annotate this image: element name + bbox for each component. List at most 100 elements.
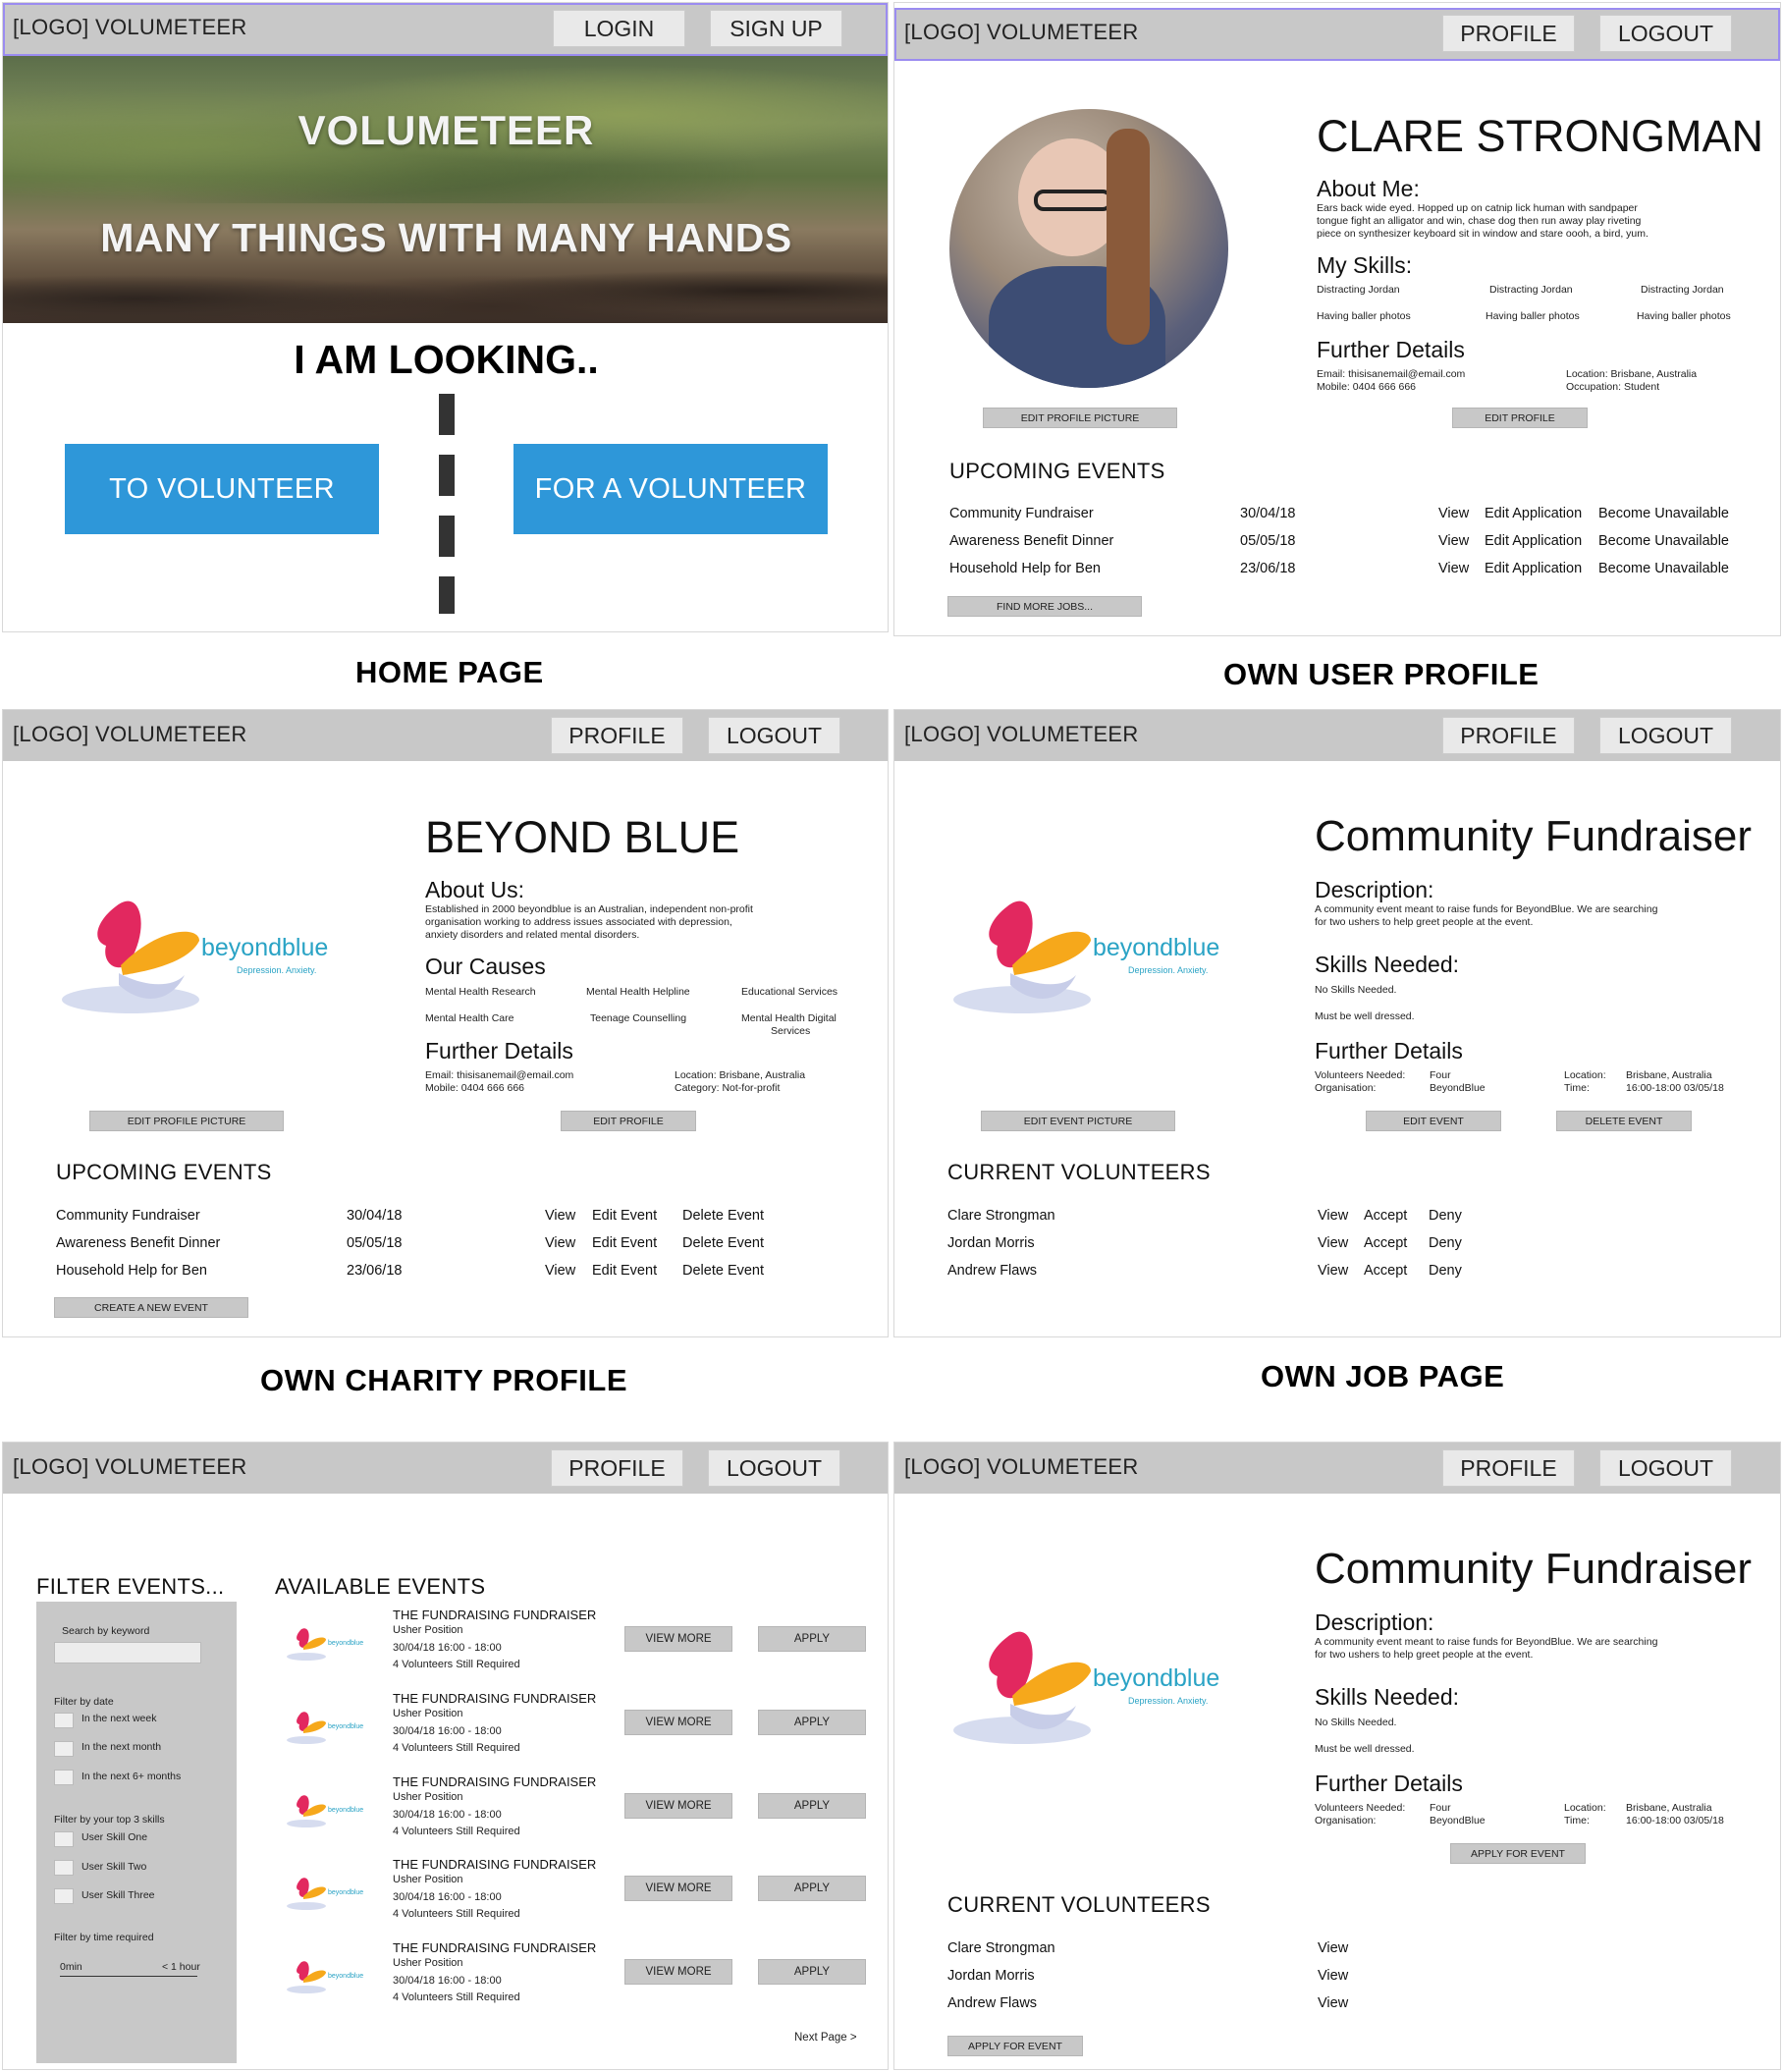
profile-button[interactable]: PROFILE [1442,1449,1575,1487]
date-filter-label: Filter by date [54,1696,114,1708]
accept-link[interactable]: Accept [1364,1208,1407,1224]
view-link[interactable]: View [545,1263,575,1279]
view-link[interactable]: View [545,1208,575,1224]
view-link[interactable]: View [1318,1235,1348,1251]
desc-line-2: for two ushers to help greet people at t… [1315,916,1534,928]
event-position: Usher Position [393,1791,463,1803]
apply-button[interactable]: APPLY [758,1710,866,1735]
volunteer-name: Andrew Flaws [947,1263,1038,1279]
deny-link[interactable]: Deny [1429,1235,1462,1251]
skill-text: No Skills Needed. [1315,1717,1397,1728]
edit-profile-picture-button[interactable]: EDIT PROFILE PICTURE [89,1111,284,1131]
login-button[interactable]: LOGIN [553,10,685,47]
become-unavailable-link[interactable]: Become Unavailable [1598,561,1729,576]
delete-event-link[interactable]: Delete Event [682,1235,764,1251]
event-need: 4 Volunteers Still Required [393,1659,520,1670]
brand-logo[interactable]: [LOGO] VOLUMETEER [13,1454,247,1480]
edit-event-picture-button[interactable]: EDIT EVENT PICTURE [981,1111,1175,1131]
date-checkbox[interactable] [54,1713,74,1728]
skill-checkbox[interactable] [54,1831,74,1847]
view-link[interactable]: View [1438,561,1469,576]
find-more-jobs-button[interactable]: FIND MORE JOBS... [947,596,1142,617]
apply-button[interactable]: APPLY [758,1626,866,1652]
date-checkbox[interactable] [54,1741,74,1757]
further-details-heading: Further Details [425,1038,573,1063]
view-link[interactable]: View [1318,1263,1348,1279]
accept-link[interactable]: Accept [1364,1235,1407,1251]
volunteer-name: Jordan Morris [947,1968,1035,1984]
apply-for-event-button[interactable]: APPLY FOR EVENT [1450,1843,1586,1864]
keyword-input[interactable] [54,1642,201,1663]
for-volunteer-button[interactable]: FOR A VOLUNTEER [513,444,828,534]
view-link[interactable]: View [545,1235,575,1251]
next-page-link[interactable]: Next Page > [794,2032,857,2045]
email-text: Email: thisisanemail@email.com [425,1069,574,1081]
view-link[interactable]: View [1318,1208,1348,1224]
apply-button[interactable]: APPLY [758,1876,866,1901]
edit-profile-picture-button[interactable]: EDIT PROFILE PICTURE [983,408,1177,428]
top-nav: [LOGO] VOLUMETEER LOGIN SIGN UP [3,3,888,56]
signup-button[interactable]: SIGN UP [710,10,842,47]
edit-profile-button[interactable]: EDIT PROFILE [1452,408,1588,428]
edit-profile-button[interactable]: EDIT PROFILE [561,1111,696,1131]
date-checkbox[interactable] [54,1770,74,1785]
edit-event-link[interactable]: Edit Event [592,1208,657,1224]
view-more-button[interactable]: VIEW MORE [624,1793,732,1819]
occupation-text: Occupation: Student [1566,381,1660,393]
organisation-label: Organisation: [1315,1815,1377,1827]
edit-application-link[interactable]: Edit Application [1485,561,1582,576]
looking-heading: I AM LOOKING.. [294,337,599,382]
skill-checkbox[interactable] [54,1888,74,1904]
brand-logo[interactable]: [LOGO] VOLUMETEER [904,20,1139,45]
profile-button[interactable]: PROFILE [1442,15,1575,52]
deny-link[interactable]: Deny [1429,1263,1462,1279]
accept-link[interactable]: Accept [1364,1263,1407,1279]
view-link[interactable]: View [1318,1995,1348,2011]
edit-event-button[interactable]: EDIT EVENT [1366,1111,1501,1131]
view-more-button[interactable]: VIEW MORE [624,1626,732,1652]
view-link[interactable]: View [1438,506,1469,521]
logout-button[interactable]: LOGOUT [708,717,840,754]
create-new-event-button[interactable]: CREATE A NEW EVENT [54,1297,248,1318]
logout-button[interactable]: LOGOUT [1599,717,1732,754]
cause-item: Teenage Counselling [590,1012,687,1024]
become-unavailable-link[interactable]: Become Unavailable [1598,506,1729,521]
apply-for-event-bottom-button[interactable]: APPLY FOR EVENT [947,2036,1083,2056]
brand-logo[interactable]: [LOGO] VOLUMETEER [904,722,1139,747]
apply-button[interactable]: APPLY [758,1793,866,1819]
edit-event-link[interactable]: Edit Event [592,1235,657,1251]
view-link[interactable]: View [1438,533,1469,549]
logo-tag: Depression. Anxiety. [1128,1696,1209,1706]
skill-checkbox[interactable] [54,1860,74,1876]
to-volunteer-button[interactable]: TO VOLUNTEER [65,444,379,534]
view-link[interactable]: View [1318,1968,1348,1984]
profile-button[interactable]: PROFILE [551,717,683,754]
profile-button[interactable]: PROFILE [1442,717,1575,754]
brand-logo[interactable]: [LOGO] VOLUMETEER [13,15,247,40]
view-more-button[interactable]: VIEW MORE [624,1959,732,1985]
mobile-text: Mobile: 0404 666 666 [1317,381,1416,393]
profile-button[interactable]: PROFILE [551,1449,683,1487]
logout-button[interactable]: LOGOUT [708,1449,840,1487]
logout-button[interactable]: LOGOUT [1599,15,1732,52]
deny-link[interactable]: Deny [1429,1208,1462,1224]
brand-logo[interactable]: [LOGO] VOLUMETEER [904,1454,1139,1480]
upcoming-events-heading: UPCOMING EVENTS [56,1160,272,1184]
view-more-button[interactable]: VIEW MORE [624,1876,732,1901]
apply-button[interactable]: APPLY [758,1959,866,1985]
logout-button[interactable]: LOGOUT [1599,1449,1732,1487]
organisation-label: Organisation: [1315,1082,1377,1094]
view-link[interactable]: View [1318,1940,1348,1956]
edit-event-link[interactable]: Edit Event [592,1263,657,1279]
become-unavailable-link[interactable]: Become Unavailable [1598,533,1729,549]
about-me-heading: About Me: [1317,176,1420,201]
edit-application-link[interactable]: Edit Application [1485,533,1582,549]
delete-event-button[interactable]: DELETE EVENT [1556,1111,1692,1131]
edit-application-link[interactable]: Edit Application [1485,506,1582,521]
brand-logo[interactable]: [LOGO] VOLUMETEER [13,722,247,747]
time-slider[interactable] [60,1976,197,1977]
delete-event-link[interactable]: Delete Event [682,1263,764,1279]
table-row: Household Help for Ben 23/06/18 View Edi… [56,1263,861,1290]
delete-event-link[interactable]: Delete Event [682,1208,764,1224]
view-more-button[interactable]: VIEW MORE [624,1710,732,1735]
